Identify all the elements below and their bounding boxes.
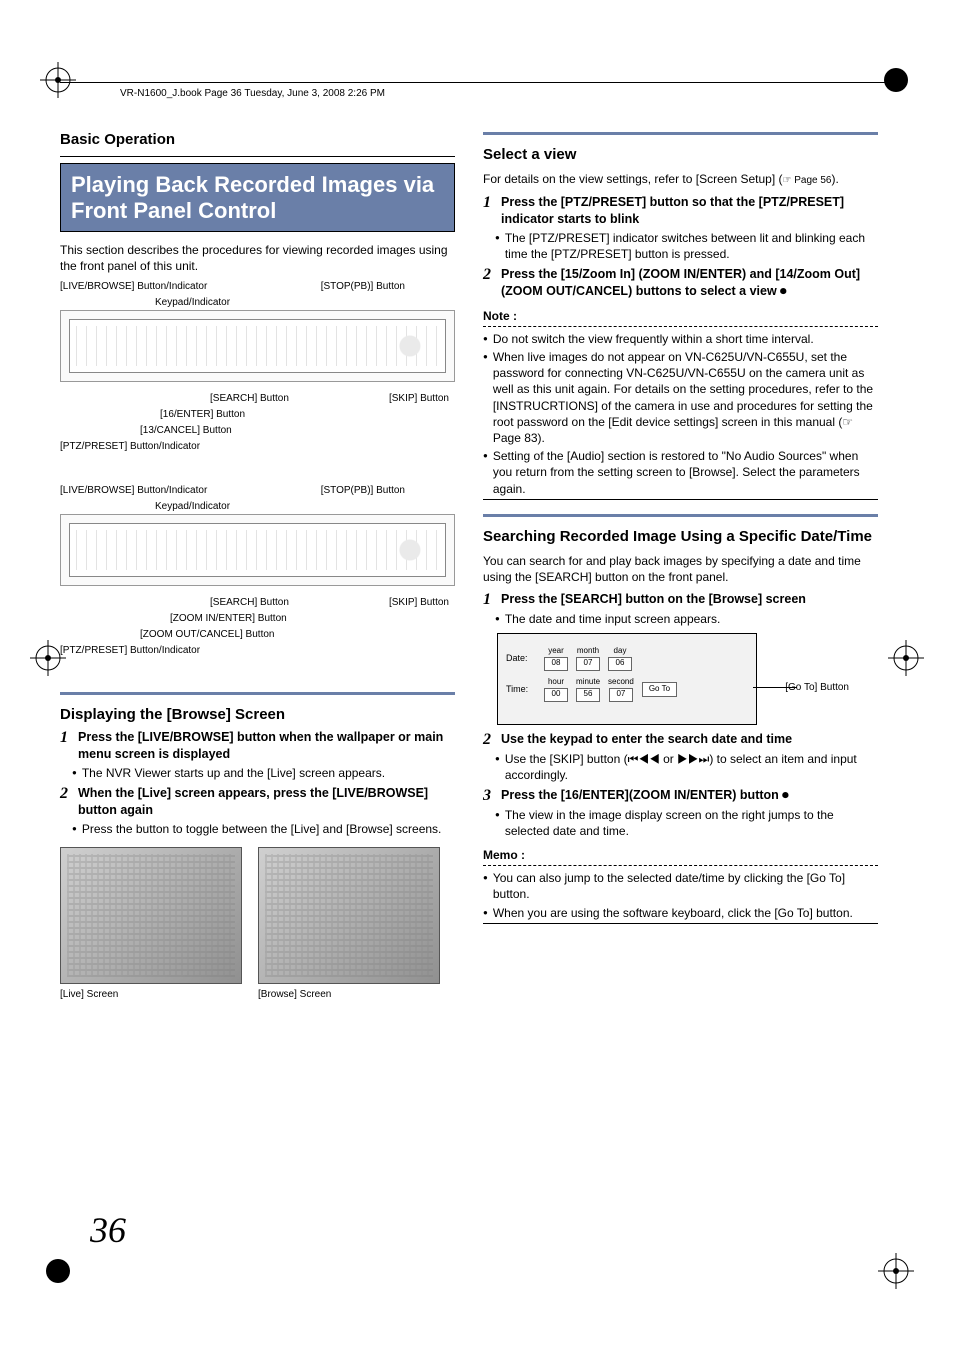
subhead-browse: Displaying the [Browse] Screen bbox=[60, 705, 455, 725]
label-skip: [SKIP] Button bbox=[389, 392, 449, 406]
search-step1: Press the [SEARCH] button on the [Browse… bbox=[501, 591, 806, 609]
right-column: Select a view For details on the view se… bbox=[483, 130, 878, 1002]
label-live-browse: [LIVE/BROWSE] Button/Indicator bbox=[60, 484, 207, 498]
note-item: Do not switch the view frequently within… bbox=[483, 331, 878, 347]
memo-item: When you are using the software keyboard… bbox=[483, 905, 878, 921]
day-input[interactable]: 06 bbox=[608, 657, 632, 671]
sv-step1-bullet: The [PTZ/PRESET] indicator switches betw… bbox=[495, 230, 878, 262]
label-ptz: [PTZ/PRESET] Button/Indicator bbox=[60, 644, 200, 658]
step-number: 3 bbox=[483, 787, 501, 805]
year-input[interactable]: 08 bbox=[544, 657, 568, 671]
step-number: 2 bbox=[483, 266, 501, 300]
page-ref-icon: ☞ Page 56 bbox=[782, 175, 831, 186]
label-keypad: Keypad/Indicator bbox=[155, 296, 230, 310]
search-step1-bullet: The date and time input screen appears. bbox=[495, 611, 878, 627]
browse-caption: [Browse] Screen bbox=[258, 988, 440, 1002]
label-stop: [STOP(PB)] Button bbox=[321, 280, 405, 294]
subhead-select-view: Select a view bbox=[483, 145, 878, 165]
registration-mark-icon bbox=[878, 1253, 914, 1289]
label-ptz: [PTZ/PRESET] Button/Indicator bbox=[60, 440, 200, 454]
label-skip: [SKIP] Button bbox=[389, 596, 449, 610]
registration-mark-icon bbox=[40, 1253, 76, 1289]
live-screen-thumbnail bbox=[60, 847, 242, 984]
front-panel-diagram-1: [LIVE/BROWSE] Button/Indicator [STOP(PB)… bbox=[60, 280, 455, 470]
hour-input[interactable]: 00 bbox=[544, 688, 568, 702]
book-header-line: VR-N1600_J.book Page 36 Tuesday, June 3,… bbox=[120, 88, 385, 99]
step1-text: Press the [LIVE/BROWSE] button when the … bbox=[78, 729, 455, 763]
month-input[interactable]: 07 bbox=[576, 657, 600, 671]
label-stop: [STOP(PB)] Button bbox=[321, 484, 405, 498]
search-intro: You can search for and play back images … bbox=[483, 553, 878, 585]
step-number: 1 bbox=[483, 591, 501, 609]
memo-label: Memo : bbox=[483, 847, 878, 863]
sv-step2: Press the [15/Zoom In] (ZOOM IN/ENTER) a… bbox=[501, 266, 878, 300]
label-live-browse: [LIVE/BROWSE] Button/Indicator bbox=[60, 280, 207, 294]
second-input[interactable]: 07 bbox=[609, 688, 633, 702]
step-number: 2 bbox=[60, 785, 78, 819]
goto-panel: Date: year08 month07 day06 Time: hour00 … bbox=[497, 633, 757, 725]
label-keypad: Keypad/Indicator bbox=[155, 500, 230, 514]
minute-input[interactable]: 56 bbox=[576, 688, 600, 702]
label-enter16: [16/ENTER] Button bbox=[160, 408, 245, 422]
step-number: 1 bbox=[60, 729, 78, 763]
step-number: 2 bbox=[483, 731, 501, 749]
label-zoom-out: [ZOOM OUT/CANCEL] Button bbox=[140, 628, 274, 642]
registration-mark-icon bbox=[888, 640, 924, 676]
intro-text: This section describes the procedures fo… bbox=[60, 242, 455, 274]
main-heading: Playing Back Recorded Images via Front P… bbox=[60, 163, 455, 232]
label-cancel13: [13/CANCEL] Button bbox=[140, 424, 232, 438]
search-step3: Press the [16/ENTER](ZOOM IN/ENTER) butt… bbox=[501, 787, 789, 805]
select-view-intro: For details on the view settings, refer … bbox=[483, 171, 878, 188]
goto-button[interactable]: Go To bbox=[642, 682, 677, 697]
left-column: Basic Operation Playing Back Recorded Im… bbox=[60, 130, 455, 1002]
step2-text: When the [Live] screen appears, press th… bbox=[78, 785, 455, 819]
note-item: Setting of the [Audio] section is restor… bbox=[483, 448, 878, 497]
goto-callout: [Go To] Button bbox=[785, 681, 849, 695]
step1-bullet: The NVR Viewer starts up and the [Live] … bbox=[72, 765, 455, 781]
chapter-title: Basic Operation bbox=[60, 130, 455, 150]
date-label: Date: bbox=[506, 652, 536, 664]
registration-mark-icon bbox=[878, 62, 914, 98]
search-step2: Use the keypad to enter the search date … bbox=[501, 731, 792, 749]
note-item: When live images do not appear on VN-C62… bbox=[483, 349, 878, 446]
time-label: Time: bbox=[506, 683, 536, 695]
header-rule bbox=[60, 82, 894, 84]
subhead-search: Searching Recorded Image Using a Specifi… bbox=[483, 527, 878, 547]
step2-bullet: Press the button to toggle between the [… bbox=[72, 821, 455, 837]
page-number: 36 bbox=[90, 1209, 126, 1251]
front-panel-diagram-2: [LIVE/BROWSE] Button/Indicator [STOP(PB)… bbox=[60, 484, 455, 684]
step-number: 1 bbox=[483, 194, 501, 228]
search-step2-bullet: Use the [SKIP] button (⏮◀◀ or ▶▶⏭) to se… bbox=[495, 751, 878, 783]
live-caption: [Live] Screen bbox=[60, 988, 242, 1002]
memo-item: You can also jump to the selected date/t… bbox=[483, 870, 878, 902]
manual-page: VR-N1600_J.book Page 36 Tuesday, June 3,… bbox=[0, 0, 954, 1351]
label-search: [SEARCH] Button bbox=[210, 596, 289, 610]
browse-screen-thumbnail bbox=[258, 847, 440, 984]
label-search: [SEARCH] Button bbox=[210, 392, 289, 406]
note-label: Note : bbox=[483, 308, 878, 324]
registration-mark-icon bbox=[40, 62, 76, 98]
sv-step1: Press the [PTZ/PRESET] button so that th… bbox=[501, 194, 878, 228]
search-step3-bullet: The view in the image display screen on … bbox=[495, 807, 878, 839]
label-zoom-in: [ZOOM IN/ENTER] Button bbox=[170, 612, 287, 626]
